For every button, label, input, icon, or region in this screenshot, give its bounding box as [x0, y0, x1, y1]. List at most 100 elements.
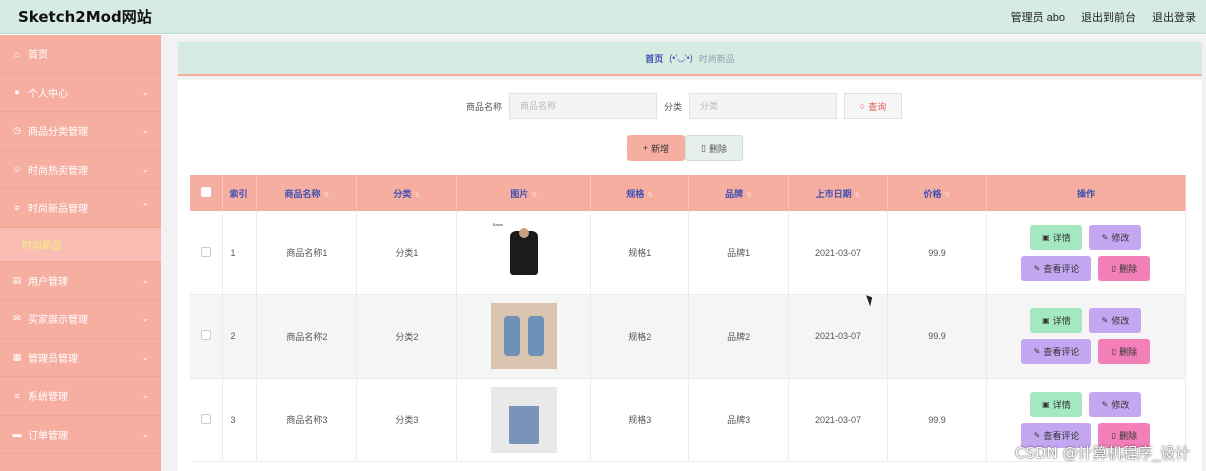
face-icon: ☺ — [12, 164, 22, 175]
sidebar-item-label: 商品分类管理 — [28, 127, 88, 139]
product-image[interactable] — [490, 303, 557, 370]
sidebar-item-system-management[interactable]: ≡ 系统管理 ⌄ — [0, 377, 161, 416]
row-category: 分类2 — [356, 294, 458, 378]
product-image[interactable] — [490, 386, 557, 453]
sort-icon[interactable]: ⇅ — [531, 192, 537, 199]
sidebar-item-admin-management[interactable]: ▦ 管理员管理 ⌄ — [0, 339, 161, 377]
sort-icon[interactable]: ⇅ — [855, 192, 861, 199]
table-header-row: 索引 商品名称 ⇅ 分类 ⇅ 图片 ⇅ 规格 ⇅ 品牌 ⇅ 上市日期 ⇅ 价格 ⇅ 操作 — [190, 175, 1187, 211]
sort-icon[interactable]: ⇅ — [414, 192, 420, 199]
select-all-cell[interactable] — [190, 175, 224, 211]
product-name-label: 商品名称 — [466, 101, 503, 112]
sort-icon[interactable]: ⇅ — [945, 192, 951, 199]
chevron-down-icon: ⌄ — [141, 125, 149, 136]
row-checkbox[interactable] — [201, 330, 212, 341]
chevron-down-icon: ⌄ — [141, 351, 149, 362]
trash-icon: ▯ — [1111, 430, 1117, 440]
admin-user-label[interactable]: 管理员 abo — [1011, 9, 1065, 25]
product-name-input[interactable] — [509, 93, 658, 119]
delete-button[interactable]: ▯ 删除 — [685, 135, 743, 161]
column-header-price[interactable]: 价格 ⇅ — [887, 175, 987, 211]
detail-button[interactable]: ▣ 详情 — [1030, 224, 1083, 250]
sort-icon[interactable]: ⇅ — [746, 192, 752, 199]
sidebar-item-personal-center[interactable]: ● 个人中心 ⌄ — [0, 74, 161, 112]
watermark: CSDN @计算机程序_设计 — [1014, 444, 1190, 462]
row-date: 2021-03-07 — [788, 211, 889, 295]
add-button-label: 新增 — [651, 143, 670, 154]
sidebar: ⌂ 首页 ● 个人中心 ⌄ ◷ 商品分类管理 ⌄ ☺ 时尚热卖管理 ⌄ ≡ 时尚… — [0, 35, 161, 471]
column-header-name[interactable]: 商品名称 ⇅ — [256, 175, 358, 211]
column-header-brand[interactable]: 品牌 ⇅ — [688, 175, 790, 211]
table-row: 1 商品名称1 分类1 Eaton 规格1 品牌1 2021-03-07 99.… — [190, 211, 1187, 295]
jeans-shape — [508, 395, 539, 444]
sidebar-item-label: 个人中心 — [28, 88, 68, 100]
column-header-spec[interactable]: 规格 ⇅ — [590, 175, 690, 211]
row-date: 2021-03-07 — [788, 294, 889, 378]
row-spec: 规格1 — [590, 211, 690, 295]
sidebar-item-new-products-management[interactable]: ≡ 时尚新品管理 ⌃ — [0, 189, 161, 228]
row-select-cell[interactable] — [190, 294, 224, 378]
main-content: 首页 (•'◡'•) 时尚新品 商品名称 分类 ○ 查询 + 新增 ▯ 删除 — [161, 35, 1206, 471]
view-comments-button[interactable]: ✎ 查看评论 — [1021, 255, 1092, 281]
pencil-icon: ✎ — [1101, 316, 1109, 326]
clipboard-icon: ▤ — [12, 274, 22, 285]
sort-icon[interactable]: ⇅ — [647, 192, 653, 199]
row-brand: 品牌2 — [688, 294, 790, 378]
sort-icon[interactable]: ⇅ — [323, 192, 329, 199]
chevron-down-icon: ⌄ — [141, 86, 149, 97]
pencil-icon: ✎ — [1101, 232, 1109, 242]
exit-to-frontend-link[interactable]: 退出到前台 — [1081, 9, 1136, 25]
pencil-icon: ✎ — [1033, 430, 1041, 440]
breadcrumb-home[interactable]: 首页 — [645, 52, 663, 65]
row-image-cell — [456, 294, 592, 378]
row-product-name: 商品名称2 — [256, 294, 358, 378]
edit-button[interactable]: ✎ 修改 — [1089, 224, 1142, 250]
edit-button[interactable]: ✎ 修改 — [1089, 308, 1142, 334]
table-row: 2 商品名称2 分类2 规格2 品牌2 2021-03-07 99.9 ▣ 详情… — [190, 294, 1187, 378]
sidebar-item-buyer-showcase-management[interactable]: ✉ 买家展示管理 ⌄ — [0, 300, 161, 339]
row-checkbox[interactable] — [201, 246, 212, 257]
edit-button[interactable]: ✎ 修改 — [1089, 391, 1142, 417]
column-header-image[interactable]: 图片 ⇅ — [456, 175, 592, 211]
column-header-category[interactable]: 分类 ⇅ — [356, 175, 458, 211]
model-figure-shape — [503, 316, 520, 357]
home-icon: ⌂ — [14, 48, 20, 59]
sidebar-item-hot-sale-management[interactable]: ☺ 时尚热卖管理 ⌄ — [0, 151, 161, 189]
row-brand: 品牌1 — [688, 211, 790, 295]
sidebar-item-user-management[interactable]: ▤ 用户管理 ⌄ — [0, 262, 161, 300]
logout-link[interactable]: 退出登录 — [1152, 9, 1196, 25]
document-icon: ▣ — [1042, 232, 1050, 242]
row-date: 2021-03-07 — [788, 378, 889, 462]
remove-button[interactable]: ▯ 删除 — [1098, 339, 1151, 365]
search-bar: 商品名称 分类 ○ 查询 — [466, 93, 903, 119]
row-select-cell[interactable] — [190, 378, 224, 462]
column-header-date[interactable]: 上市日期 ⇅ — [788, 175, 889, 211]
delete-button-label: 删除 — [708, 143, 727, 154]
document-icon: ▣ — [1042, 399, 1050, 409]
sidebar-item-category-management[interactable]: ◷ 商品分类管理 ⌄ — [0, 112, 161, 151]
sidebar-subitem-new-products[interactable]: 时尚新品 — [0, 227, 161, 262]
sidebar-item-home[interactable]: ⌂ 首页 — [0, 35, 161, 74]
add-button[interactable]: + 新增 — [627, 135, 685, 161]
category-input[interactable] — [689, 93, 838, 119]
chevron-down-icon: ⌄ — [141, 163, 149, 174]
query-button-label: 查询 — [868, 101, 887, 112]
row-select-cell[interactable] — [190, 211, 224, 295]
sidebar-item-label: 时尚热卖管理 — [28, 165, 88, 177]
row-checkbox[interactable] — [201, 413, 212, 424]
detail-button[interactable]: ▣ 详情 — [1030, 308, 1083, 334]
search-icon: ○ — [859, 101, 866, 111]
product-image[interactable]: Eaton — [490, 219, 557, 286]
sidebar-item-order-management[interactable]: ▬ 订单管理 ⌄ — [0, 416, 161, 454]
site-brand: Sketch2Mod网站 — [18, 8, 152, 26]
query-button[interactable]: ○ 查询 — [844, 93, 903, 119]
view-comments-button[interactable]: ✎ 查看评论 — [1021, 339, 1092, 365]
chevron-down-icon: ⌄ — [141, 390, 149, 401]
chevron-up-icon: ⌃ — [141, 202, 149, 213]
remove-button[interactable]: ▯ 删除 — [1098, 255, 1151, 281]
sidebar-item-label: 系统管理 — [28, 392, 68, 404]
breadcrumb-current: 时尚新品 — [698, 53, 735, 64]
detail-button[interactable]: ▣ 详情 — [1030, 391, 1083, 417]
mail-icon: ✉ — [13, 313, 21, 324]
select-all-checkbox[interactable] — [201, 187, 212, 197]
